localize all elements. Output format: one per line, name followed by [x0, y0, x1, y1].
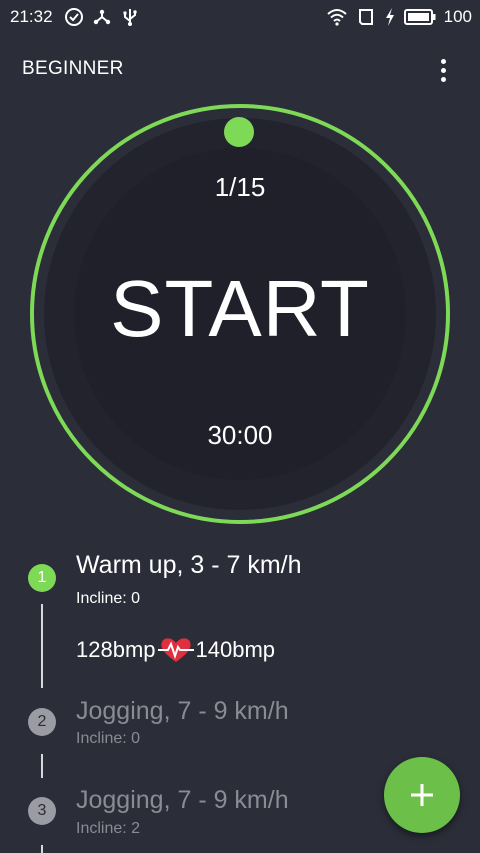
heart-rate-max: 140bmp	[195, 637, 276, 662]
step-incline: Incline: 0	[76, 590, 141, 607]
status-right-icons: 100	[326, 7, 472, 27]
step-number-badge: 2	[28, 708, 56, 736]
heart-pulse-icon	[157, 638, 194, 662]
status-time: 21:32	[10, 7, 53, 26]
more-options-button[interactable]	[430, 55, 456, 85]
usb-icon	[123, 9, 137, 26]
step-incline: Incline: 2	[76, 820, 141, 837]
check-circle-icon	[65, 8, 83, 26]
timeline-connector	[41, 604, 43, 688]
step-title[interactable]: Jogging, 7 - 9 km/h	[76, 697, 289, 726]
more-vert-icon	[440, 58, 446, 64]
share-network-icon	[93, 9, 111, 25]
step-title[interactable]: Warm up, 3 - 7 km/h	[76, 551, 302, 580]
plus-icon	[411, 784, 433, 806]
add-step-button[interactable]	[384, 757, 460, 833]
workout-timer-ring: 1/15 START 30:00	[30, 104, 450, 524]
timeline-connector	[41, 845, 43, 853]
battery-icon	[403, 9, 436, 25]
sim-card-icon	[358, 9, 373, 25]
timeline-connector	[41, 754, 43, 778]
step-number-badge: 1	[28, 564, 56, 592]
status-left-icons	[64, 7, 140, 27]
step-incline: Incline: 0	[76, 730, 141, 747]
progress-indicator-dot	[224, 117, 254, 147]
total-time: 30:00	[207, 420, 273, 450]
step-title[interactable]: Jogging, 7 - 9 km/h	[76, 786, 289, 815]
step-progress-count: 1/15	[214, 172, 266, 202]
status-bar: 21:32 100	[0, 0, 480, 34]
heart-rate-range: 128bmp 140bmp	[76, 636, 275, 664]
wifi-icon	[326, 9, 347, 26]
charging-icon	[385, 8, 394, 26]
step-number-badge: 3	[28, 797, 56, 825]
heart-rate-min: 128bmp	[76, 637, 156, 662]
start-button[interactable]: START	[90, 254, 390, 364]
page-title: BEGINNER	[22, 58, 124, 79]
battery-level: 100	[443, 7, 472, 26]
